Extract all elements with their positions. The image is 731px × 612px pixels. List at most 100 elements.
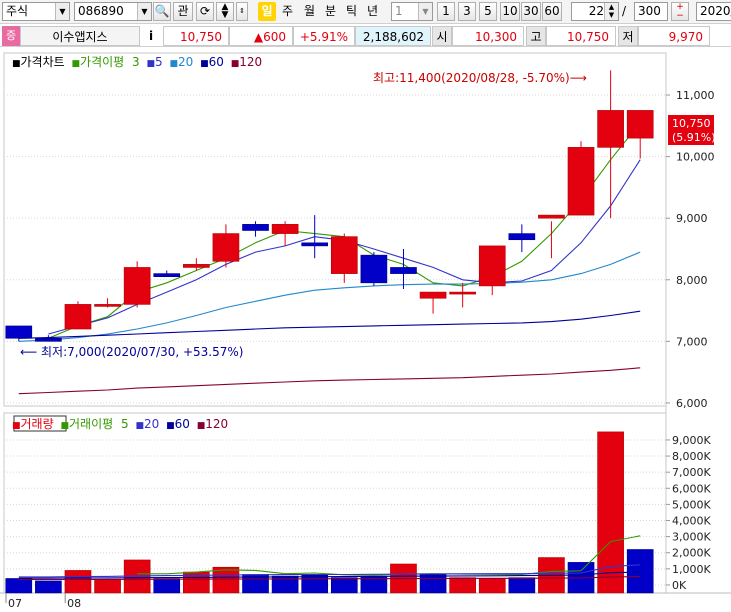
interval-30-button[interactable]: 30 bbox=[521, 2, 541, 21]
volume-bar bbox=[449, 577, 476, 594]
price-tick-label: 10,000 bbox=[676, 151, 715, 164]
candle-body bbox=[123, 267, 151, 305]
tab-period-month[interactable]: 월 bbox=[301, 2, 318, 21]
volume-bar bbox=[508, 577, 536, 594]
price-change: ▲600 bbox=[229, 26, 293, 46]
legend-bullet: ■ bbox=[169, 59, 178, 69]
legend-bullet: ■ bbox=[12, 59, 21, 69]
margin-badge: 증 bbox=[2, 26, 20, 46]
volume-bar bbox=[212, 566, 240, 594]
legend-bullet: ■ bbox=[72, 59, 81, 69]
tab-period-minute[interactable]: 분 bbox=[322, 2, 339, 21]
volume-tick-label: 2,000K bbox=[672, 547, 711, 560]
open-price: 10,300 bbox=[452, 26, 524, 46]
candle-body bbox=[597, 110, 624, 148]
legend-ma-60: 60 bbox=[209, 55, 224, 69]
low-annotation: ⟵ 최저:7,000(2020/07/30, +53.57%) bbox=[20, 345, 243, 359]
volume-bar bbox=[478, 578, 506, 594]
quote-bar: 증 이수앱지스 i 10,750 ▲600 +5.91% 2,188,602 시… bbox=[0, 25, 731, 47]
volume-tick-label: 6,000K bbox=[672, 482, 711, 495]
candle-body bbox=[360, 254, 388, 284]
tab-period-day[interactable]: 일 bbox=[258, 2, 276, 21]
candle-body bbox=[567, 147, 595, 216]
link-button[interactable]: ⟳ bbox=[196, 2, 214, 21]
candle-body bbox=[626, 110, 654, 139]
stock-name[interactable]: 이수앱지스 bbox=[20, 26, 140, 46]
search-button[interactable]: 🔍 bbox=[153, 2, 171, 21]
volume-tick-label: 9,000K bbox=[672, 434, 711, 447]
tab-period-tick[interactable]: 틱 bbox=[343, 2, 360, 21]
candle-body bbox=[212, 233, 240, 262]
price-tick-label: 7,000 bbox=[676, 335, 708, 348]
candle-body bbox=[271, 224, 299, 234]
chevron-down-icon[interactable]: ▼ bbox=[55, 3, 69, 20]
legend-vol-ma-5: 5 bbox=[121, 417, 129, 431]
stepper-small[interactable]: ⇕ bbox=[236, 2, 248, 21]
legend-vol-ma-label: 거래이평 bbox=[69, 417, 113, 431]
market-type-value: 주식 bbox=[6, 4, 29, 18]
candle-body bbox=[5, 325, 33, 339]
legend-vol-ma-120: 120 bbox=[205, 417, 228, 431]
stock-code-input[interactable]: 086890 ▼ bbox=[74, 2, 152, 21]
candle-body bbox=[35, 337, 62, 342]
page-total-input[interactable]: 300 bbox=[634, 2, 668, 21]
chevron-down-icon[interactable]: ▼ bbox=[418, 3, 432, 20]
volume-bar bbox=[35, 580, 62, 594]
register-button[interactable]: 관 bbox=[173, 2, 193, 21]
legend-ma-20: 20 bbox=[178, 55, 193, 69]
chevron-updown-icon[interactable]: ▲ ▼ bbox=[604, 3, 618, 20]
current-price: 10,750 bbox=[163, 26, 229, 46]
last-price-value: 10,750 bbox=[672, 117, 711, 130]
volume-tick-label: 8,000K bbox=[672, 450, 711, 463]
trade-volume: 2,188,602 bbox=[355, 26, 431, 46]
legend-bullet: ■ bbox=[197, 421, 206, 431]
volume-bar bbox=[5, 578, 33, 594]
volume-bar bbox=[153, 578, 181, 594]
high-price: 10,750 bbox=[546, 26, 616, 46]
legend-volume-label: 거래량 bbox=[21, 417, 54, 431]
stock-chart[interactable]: 6,000 7,000 8,000 9,000 10,000 11,000 0K 1,000… bbox=[0, 47, 731, 612]
x-tick-label: 08 bbox=[67, 597, 81, 610]
interval-select[interactable]: 1 ▼ bbox=[391, 2, 433, 21]
info-icon[interactable]: i bbox=[142, 26, 160, 46]
search-icon: 🔍 bbox=[154, 4, 170, 18]
open-label: 시 bbox=[432, 26, 452, 46]
low-price: 9,970 bbox=[638, 26, 710, 46]
candle-body bbox=[419, 291, 447, 299]
page-current-value: 22 bbox=[588, 4, 604, 18]
interval-5-button[interactable]: 5 bbox=[479, 2, 497, 21]
interval-60-button[interactable]: 60 bbox=[542, 2, 562, 21]
page-current-input[interactable]: 22 ▲ ▼ bbox=[571, 2, 619, 21]
last-price-rate: (5.91%) bbox=[672, 131, 716, 144]
page-nav-button[interactable]: + − bbox=[671, 2, 689, 21]
stock-code-value: 086890 bbox=[78, 4, 124, 18]
price-tick-label: 6,000 bbox=[676, 397, 708, 410]
tab-period-week[interactable]: 주 bbox=[279, 2, 296, 21]
legend-price: ■가격차트 ■가격이평 3 ■5 ■20 ■60 ■120 bbox=[12, 55, 262, 69]
interval-1-button[interactable]: 1 bbox=[437, 2, 455, 21]
date-start-input[interactable]: 2020/ bbox=[696, 2, 731, 21]
candle-body bbox=[153, 273, 181, 277]
market-type-select[interactable]: 주식 ▼ bbox=[2, 2, 70, 21]
volume-y-axis: 0K 1,000K 2,000K 3,000K 4,000K 5,000K 6,000K 7,… bbox=[666, 434, 711, 592]
volume-bar bbox=[330, 577, 358, 594]
interval-10-button[interactable]: 10 bbox=[500, 2, 520, 21]
volume-bar bbox=[419, 574, 447, 594]
tab-period-year[interactable]: 년 bbox=[364, 2, 381, 21]
volume-bar bbox=[64, 570, 92, 594]
legend-bullet: ■ bbox=[166, 421, 175, 431]
legend-bullet: ■ bbox=[60, 421, 69, 431]
stepper-button[interactable]: ▲ ▼ bbox=[216, 2, 234, 21]
legend-ma-120: 120 bbox=[239, 55, 262, 69]
volume-bar bbox=[301, 574, 329, 594]
candle-body bbox=[508, 233, 536, 241]
candle-body bbox=[242, 224, 269, 231]
chevron-down-icon[interactable]: ▼ bbox=[137, 3, 151, 20]
price-tick-label: 8,000 bbox=[676, 274, 708, 287]
legend-ma-5: 5 bbox=[155, 55, 163, 69]
candle-body bbox=[390, 267, 417, 274]
interval-value: 1 bbox=[395, 4, 403, 18]
interval-3-button[interactable]: 3 bbox=[458, 2, 476, 21]
volume-tick-label: 7,000K bbox=[672, 466, 711, 479]
x-tick-label: 07 bbox=[8, 597, 22, 610]
